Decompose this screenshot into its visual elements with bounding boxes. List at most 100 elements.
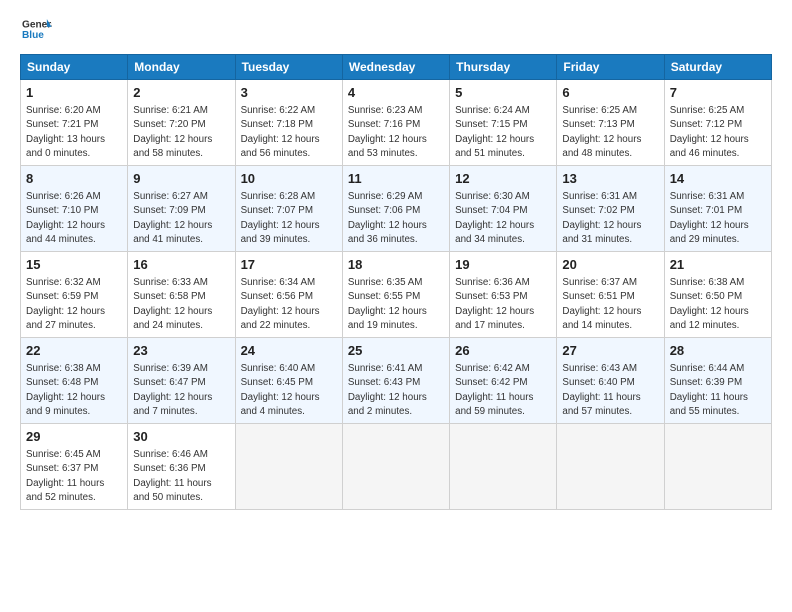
calendar-cell: 24 Sunrise: 6:40 AM Sunset: 6:45 PM Dayl… xyxy=(235,338,342,424)
svg-text:Blue: Blue xyxy=(22,30,44,41)
calendar-week-row: 8 Sunrise: 6:26 AM Sunset: 7:10 PM Dayli… xyxy=(21,166,772,252)
calendar-cell: 15 Sunrise: 6:32 AM Sunset: 6:59 PM Dayl… xyxy=(21,252,128,338)
calendar-week-row: 22 Sunrise: 6:38 AM Sunset: 6:48 PM Dayl… xyxy=(21,338,772,424)
calendar-header-row: SundayMondayTuesdayWednesdayThursdayFrid… xyxy=(21,55,772,80)
calendar-table: SundayMondayTuesdayWednesdayThursdayFrid… xyxy=(20,54,772,510)
day-of-week-header: Friday xyxy=(557,55,664,80)
day-of-week-header: Wednesday xyxy=(342,55,449,80)
calendar-cell: 7 Sunrise: 6:25 AM Sunset: 7:12 PM Dayli… xyxy=(664,80,771,166)
cell-content: Sunrise: 6:35 AM Sunset: 6:55 PM Dayligh… xyxy=(348,276,444,333)
day-number: 16 xyxy=(133,256,229,274)
day-number: 20 xyxy=(562,256,658,274)
day-number: 11 xyxy=(348,170,444,188)
day-of-week-header: Tuesday xyxy=(235,55,342,80)
day-of-week-header: Thursday xyxy=(450,55,557,80)
calendar-cell xyxy=(664,424,771,510)
day-number: 28 xyxy=(670,342,766,360)
calendar-cell: 8 Sunrise: 6:26 AM Sunset: 7:10 PM Dayli… xyxy=(21,166,128,252)
calendar-cell: 19 Sunrise: 6:36 AM Sunset: 6:53 PM Dayl… xyxy=(450,252,557,338)
calendar-cell: 16 Sunrise: 6:33 AM Sunset: 6:58 PM Dayl… xyxy=(128,252,235,338)
calendar-cell: 17 Sunrise: 6:34 AM Sunset: 6:56 PM Dayl… xyxy=(235,252,342,338)
cell-content: Sunrise: 6:27 AM Sunset: 7:09 PM Dayligh… xyxy=(133,190,229,247)
day-of-week-header: Saturday xyxy=(664,55,771,80)
cell-content: Sunrise: 6:26 AM Sunset: 7:10 PM Dayligh… xyxy=(26,190,122,247)
calendar-cell: 3 Sunrise: 6:22 AM Sunset: 7:18 PM Dayli… xyxy=(235,80,342,166)
calendar-cell: 22 Sunrise: 6:38 AM Sunset: 6:48 PM Dayl… xyxy=(21,338,128,424)
calendar-cell: 23 Sunrise: 6:39 AM Sunset: 6:47 PM Dayl… xyxy=(128,338,235,424)
day-number: 12 xyxy=(455,170,551,188)
day-number: 9 xyxy=(133,170,229,188)
calendar-cell: 6 Sunrise: 6:25 AM Sunset: 7:13 PM Dayli… xyxy=(557,80,664,166)
calendar-cell xyxy=(235,424,342,510)
calendar-week-row: 15 Sunrise: 6:32 AM Sunset: 6:59 PM Dayl… xyxy=(21,252,772,338)
calendar-cell: 1 Sunrise: 6:20 AM Sunset: 7:21 PM Dayli… xyxy=(21,80,128,166)
calendar-cell: 30 Sunrise: 6:46 AM Sunset: 6:36 PM Dayl… xyxy=(128,424,235,510)
day-number: 21 xyxy=(670,256,766,274)
logo-icon: General Blue xyxy=(20,16,52,44)
cell-content: Sunrise: 6:41 AM Sunset: 6:43 PM Dayligh… xyxy=(348,362,444,419)
day-number: 15 xyxy=(26,256,122,274)
day-number: 18 xyxy=(348,256,444,274)
cell-content: Sunrise: 6:45 AM Sunset: 6:37 PM Dayligh… xyxy=(26,448,122,505)
cell-content: Sunrise: 6:22 AM Sunset: 7:18 PM Dayligh… xyxy=(241,104,337,161)
cell-content: Sunrise: 6:31 AM Sunset: 7:02 PM Dayligh… xyxy=(562,190,658,247)
day-number: 2 xyxy=(133,84,229,102)
cell-content: Sunrise: 6:21 AM Sunset: 7:20 PM Dayligh… xyxy=(133,104,229,161)
calendar-cell xyxy=(342,424,449,510)
day-number: 23 xyxy=(133,342,229,360)
calendar-cell: 25 Sunrise: 6:41 AM Sunset: 6:43 PM Dayl… xyxy=(342,338,449,424)
calendar-cell xyxy=(557,424,664,510)
cell-content: Sunrise: 6:23 AM Sunset: 7:16 PM Dayligh… xyxy=(348,104,444,161)
calendar-cell: 21 Sunrise: 6:38 AM Sunset: 6:50 PM Dayl… xyxy=(664,252,771,338)
cell-content: Sunrise: 6:32 AM Sunset: 6:59 PM Dayligh… xyxy=(26,276,122,333)
cell-content: Sunrise: 6:43 AM Sunset: 6:40 PM Dayligh… xyxy=(562,362,658,419)
day-number: 17 xyxy=(241,256,337,274)
page: General Blue SundayMondayTuesdayWednesda… xyxy=(0,0,792,612)
cell-content: Sunrise: 6:29 AM Sunset: 7:06 PM Dayligh… xyxy=(348,190,444,247)
cell-content: Sunrise: 6:37 AM Sunset: 6:51 PM Dayligh… xyxy=(562,276,658,333)
day-number: 24 xyxy=(241,342,337,360)
day-number: 7 xyxy=(670,84,766,102)
cell-content: Sunrise: 6:28 AM Sunset: 7:07 PM Dayligh… xyxy=(241,190,337,247)
cell-content: Sunrise: 6:39 AM Sunset: 6:47 PM Dayligh… xyxy=(133,362,229,419)
day-number: 25 xyxy=(348,342,444,360)
logo: General Blue xyxy=(20,16,52,44)
calendar-cell: 2 Sunrise: 6:21 AM Sunset: 7:20 PM Dayli… xyxy=(128,80,235,166)
day-number: 26 xyxy=(455,342,551,360)
cell-content: Sunrise: 6:25 AM Sunset: 7:12 PM Dayligh… xyxy=(670,104,766,161)
day-number: 5 xyxy=(455,84,551,102)
calendar-cell: 11 Sunrise: 6:29 AM Sunset: 7:06 PM Dayl… xyxy=(342,166,449,252)
calendar-cell: 18 Sunrise: 6:35 AM Sunset: 6:55 PM Dayl… xyxy=(342,252,449,338)
calendar-cell: 28 Sunrise: 6:44 AM Sunset: 6:39 PM Dayl… xyxy=(664,338,771,424)
cell-content: Sunrise: 6:20 AM Sunset: 7:21 PM Dayligh… xyxy=(26,104,122,161)
day-number: 27 xyxy=(562,342,658,360)
day-number: 14 xyxy=(670,170,766,188)
day-number: 22 xyxy=(26,342,122,360)
day-number: 30 xyxy=(133,428,229,446)
calendar-cell: 26 Sunrise: 6:42 AM Sunset: 6:42 PM Dayl… xyxy=(450,338,557,424)
day-number: 8 xyxy=(26,170,122,188)
cell-content: Sunrise: 6:33 AM Sunset: 6:58 PM Dayligh… xyxy=(133,276,229,333)
cell-content: Sunrise: 6:38 AM Sunset: 6:48 PM Dayligh… xyxy=(26,362,122,419)
cell-content: Sunrise: 6:36 AM Sunset: 6:53 PM Dayligh… xyxy=(455,276,551,333)
cell-content: Sunrise: 6:40 AM Sunset: 6:45 PM Dayligh… xyxy=(241,362,337,419)
day-of-week-header: Monday xyxy=(128,55,235,80)
cell-content: Sunrise: 6:34 AM Sunset: 6:56 PM Dayligh… xyxy=(241,276,337,333)
cell-content: Sunrise: 6:30 AM Sunset: 7:04 PM Dayligh… xyxy=(455,190,551,247)
calendar-week-row: 1 Sunrise: 6:20 AM Sunset: 7:21 PM Dayli… xyxy=(21,80,772,166)
cell-content: Sunrise: 6:42 AM Sunset: 6:42 PM Dayligh… xyxy=(455,362,551,419)
cell-content: Sunrise: 6:44 AM Sunset: 6:39 PM Dayligh… xyxy=(670,362,766,419)
calendar-cell: 12 Sunrise: 6:30 AM Sunset: 7:04 PM Dayl… xyxy=(450,166,557,252)
day-number: 4 xyxy=(348,84,444,102)
day-number: 3 xyxy=(241,84,337,102)
cell-content: Sunrise: 6:46 AM Sunset: 6:36 PM Dayligh… xyxy=(133,448,229,505)
day-number: 19 xyxy=(455,256,551,274)
day-of-week-header: Sunday xyxy=(21,55,128,80)
header: General Blue xyxy=(20,16,772,44)
calendar-cell: 29 Sunrise: 6:45 AM Sunset: 6:37 PM Dayl… xyxy=(21,424,128,510)
calendar-cell: 13 Sunrise: 6:31 AM Sunset: 7:02 PM Dayl… xyxy=(557,166,664,252)
day-number: 13 xyxy=(562,170,658,188)
calendar-cell: 20 Sunrise: 6:37 AM Sunset: 6:51 PM Dayl… xyxy=(557,252,664,338)
cell-content: Sunrise: 6:24 AM Sunset: 7:15 PM Dayligh… xyxy=(455,104,551,161)
calendar-cell: 5 Sunrise: 6:24 AM Sunset: 7:15 PM Dayli… xyxy=(450,80,557,166)
